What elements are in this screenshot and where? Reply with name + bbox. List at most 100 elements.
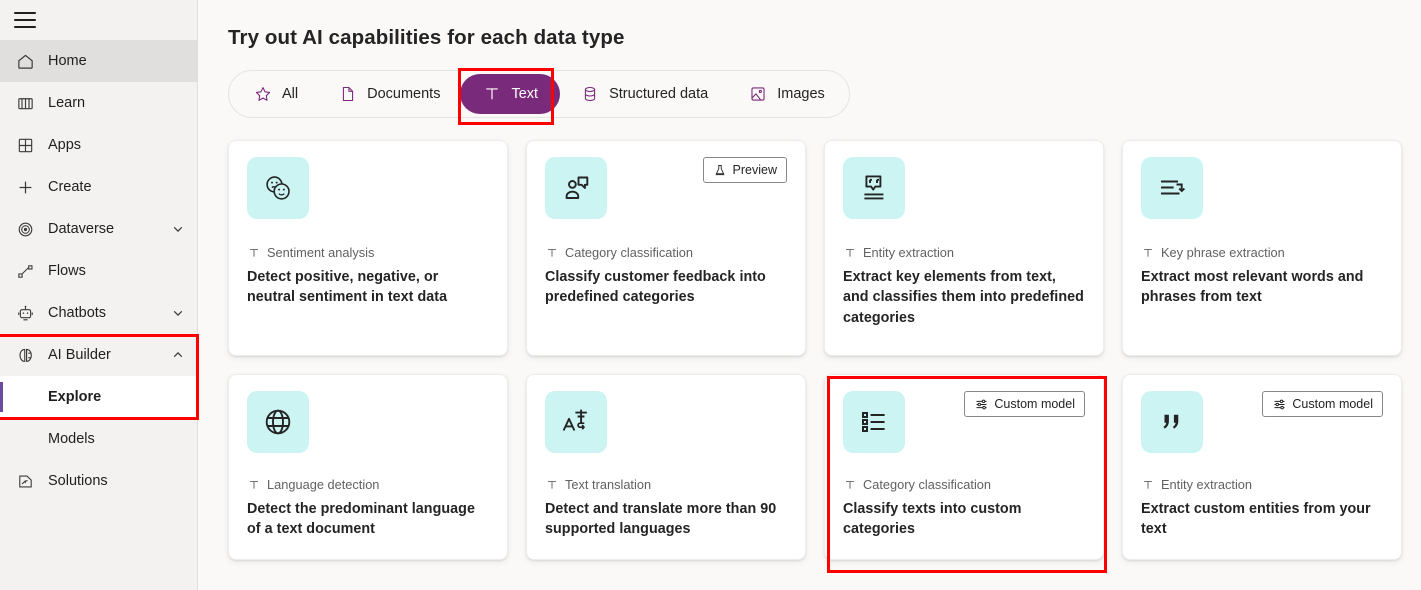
sidebar-item-label: Dataverse bbox=[48, 221, 171, 237]
card-description: Classify texts into custom categories bbox=[843, 499, 1085, 540]
tab-text[interactable]: Text bbox=[460, 74, 560, 114]
card-header: Custom model bbox=[1141, 391, 1383, 453]
card-text-translation[interactable]: Text translation Detect and translate mo… bbox=[526, 374, 806, 560]
card-category-classification-preview[interactable]: Preview Category classification Classify… bbox=[526, 140, 806, 356]
sidebar-subitem-explore[interactable]: Explore bbox=[0, 376, 197, 418]
sidebar-item-apps[interactable]: Apps bbox=[0, 124, 197, 166]
card-kicker-label: Category classification bbox=[863, 477, 991, 492]
tab-images[interactable]: Images bbox=[728, 74, 845, 114]
chevron-up-icon[interactable] bbox=[171, 348, 185, 362]
card-kicker-label: Key phrase extraction bbox=[1161, 245, 1285, 260]
text-letter-t-icon bbox=[1141, 478, 1154, 491]
app-root: Home Learn Apps bbox=[0, 0, 1421, 590]
card-category-classification-custom[interactable]: Custom model Category classification Cla… bbox=[824, 374, 1104, 560]
sidebar-item-label: Solutions bbox=[48, 473, 185, 489]
document-icon bbox=[338, 84, 358, 104]
chevron-down-icon[interactable] bbox=[171, 306, 185, 320]
sidebar-item-create[interactable]: Create bbox=[0, 166, 197, 208]
card-description: Detect and translate more than 90 suppor… bbox=[545, 499, 787, 540]
hamburger-row bbox=[0, 0, 197, 40]
sidebar-subitem-models[interactable]: Models bbox=[0, 418, 197, 460]
card-kicker: Category classification bbox=[545, 245, 787, 260]
sidebar-item-home[interactable]: Home bbox=[0, 40, 197, 82]
card-key-phrase-extraction[interactable]: Key phrase extraction Extract most relev… bbox=[1122, 140, 1402, 356]
card-header: Preview bbox=[545, 157, 787, 219]
text-letter-t-icon bbox=[545, 478, 558, 491]
badge-label: Preview bbox=[733, 163, 777, 177]
plus-icon bbox=[14, 177, 36, 197]
text-letter-t-icon bbox=[247, 478, 260, 491]
flows-icon bbox=[14, 261, 36, 281]
quote-entity-extraction-icon bbox=[843, 157, 905, 219]
custom-model-badge: Custom model bbox=[1262, 391, 1383, 417]
left-navigation-sidebar: Home Learn Apps bbox=[0, 0, 198, 590]
text-letter-t-icon bbox=[843, 246, 856, 259]
text-letter-t-icon bbox=[843, 478, 856, 491]
card-header bbox=[545, 391, 787, 453]
sidebar-subitem-label: Models bbox=[48, 431, 95, 447]
ai-builder-brain-icon bbox=[14, 345, 36, 365]
tab-structured-data[interactable]: Structured data bbox=[560, 74, 728, 114]
card-description: Detect positive, negative, or neutral se… bbox=[247, 267, 489, 308]
sidebar-item-label: Flows bbox=[48, 263, 185, 279]
preview-badge: Preview bbox=[703, 157, 787, 183]
bullet-list-category-icon bbox=[843, 391, 905, 453]
star-icon bbox=[253, 84, 273, 104]
book-icon bbox=[14, 93, 36, 113]
tab-label: Text bbox=[511, 86, 538, 102]
card-kicker: Sentiment analysis bbox=[247, 245, 489, 260]
sidebar-item-solutions[interactable]: Solutions bbox=[0, 460, 197, 502]
tab-label: Images bbox=[777, 86, 825, 102]
card-kicker: Key phrase extraction bbox=[1141, 245, 1383, 260]
key-phrase-lines-arrow-icon bbox=[1141, 157, 1203, 219]
sliders-settings-icon bbox=[1272, 397, 1286, 411]
card-description: Extract key elements from text, and clas… bbox=[843, 267, 1085, 328]
card-header bbox=[247, 391, 489, 453]
badge-label: Custom model bbox=[1292, 397, 1373, 411]
card-kicker-label: Text translation bbox=[565, 477, 651, 492]
card-entity-extraction-custom[interactable]: Custom model Entity extraction Extract c… bbox=[1122, 374, 1402, 560]
card-kicker: Entity extraction bbox=[843, 245, 1085, 260]
sidebar-subitem-label: Explore bbox=[48, 389, 101, 405]
two-faces-sentiment-icon bbox=[247, 157, 309, 219]
card-header bbox=[1141, 157, 1383, 219]
card-description: Extract most relevant words and phrases … bbox=[1141, 267, 1383, 308]
card-kicker-label: Entity extraction bbox=[1161, 477, 1252, 492]
beaker-flask-icon bbox=[713, 163, 727, 177]
card-header bbox=[843, 157, 1085, 219]
text-letter-t-icon bbox=[545, 246, 558, 259]
sidebar-item-dataverse[interactable]: Dataverse bbox=[0, 208, 197, 250]
tab-all[interactable]: All bbox=[233, 74, 318, 114]
text-letter-t-icon bbox=[1141, 246, 1154, 259]
sidebar-item-label: Home bbox=[48, 53, 185, 69]
quotation-marks-icon bbox=[1141, 391, 1203, 453]
sidebar-item-flows[interactable]: Flows bbox=[0, 250, 197, 292]
database-icon bbox=[580, 84, 600, 104]
solutions-icon bbox=[14, 471, 36, 491]
sidebar-item-label: Apps bbox=[48, 137, 185, 153]
hamburger-menu-icon[interactable] bbox=[14, 12, 36, 28]
card-kicker-label: Category classification bbox=[565, 245, 693, 260]
card-kicker-label: Entity extraction bbox=[863, 245, 954, 260]
dataverse-icon bbox=[14, 219, 36, 239]
sidebar-item-learn[interactable]: Learn bbox=[0, 82, 197, 124]
card-language-detection[interactable]: Language detection Detect the predominan… bbox=[228, 374, 508, 560]
sidebar-item-chatbots[interactable]: Chatbots bbox=[0, 292, 197, 334]
card-header: Custom model bbox=[843, 391, 1085, 453]
tab-documents[interactable]: Documents bbox=[318, 74, 460, 114]
image-picture-icon bbox=[748, 84, 768, 104]
tab-label: Structured data bbox=[609, 86, 708, 102]
translation-a-character-icon bbox=[545, 391, 607, 453]
card-description: Classify customer feedback into predefin… bbox=[545, 267, 787, 308]
chevron-down-icon[interactable] bbox=[171, 222, 185, 236]
home-icon bbox=[14, 51, 36, 71]
speech-bubbles-category-icon bbox=[545, 157, 607, 219]
card-sentiment-analysis[interactable]: Sentiment analysis Detect positive, nega… bbox=[228, 140, 508, 356]
sidebar-item-label: Create bbox=[48, 179, 185, 195]
sidebar-item-ai-builder[interactable]: AI Builder bbox=[0, 334, 197, 376]
custom-model-badge: Custom model bbox=[964, 391, 1085, 417]
sidebar-item-label: AI Builder bbox=[48, 347, 171, 363]
sidebar-item-label: Learn bbox=[48, 95, 185, 111]
card-header bbox=[247, 157, 489, 219]
card-entity-extraction[interactable]: Entity extraction Extract key elements f… bbox=[824, 140, 1104, 356]
